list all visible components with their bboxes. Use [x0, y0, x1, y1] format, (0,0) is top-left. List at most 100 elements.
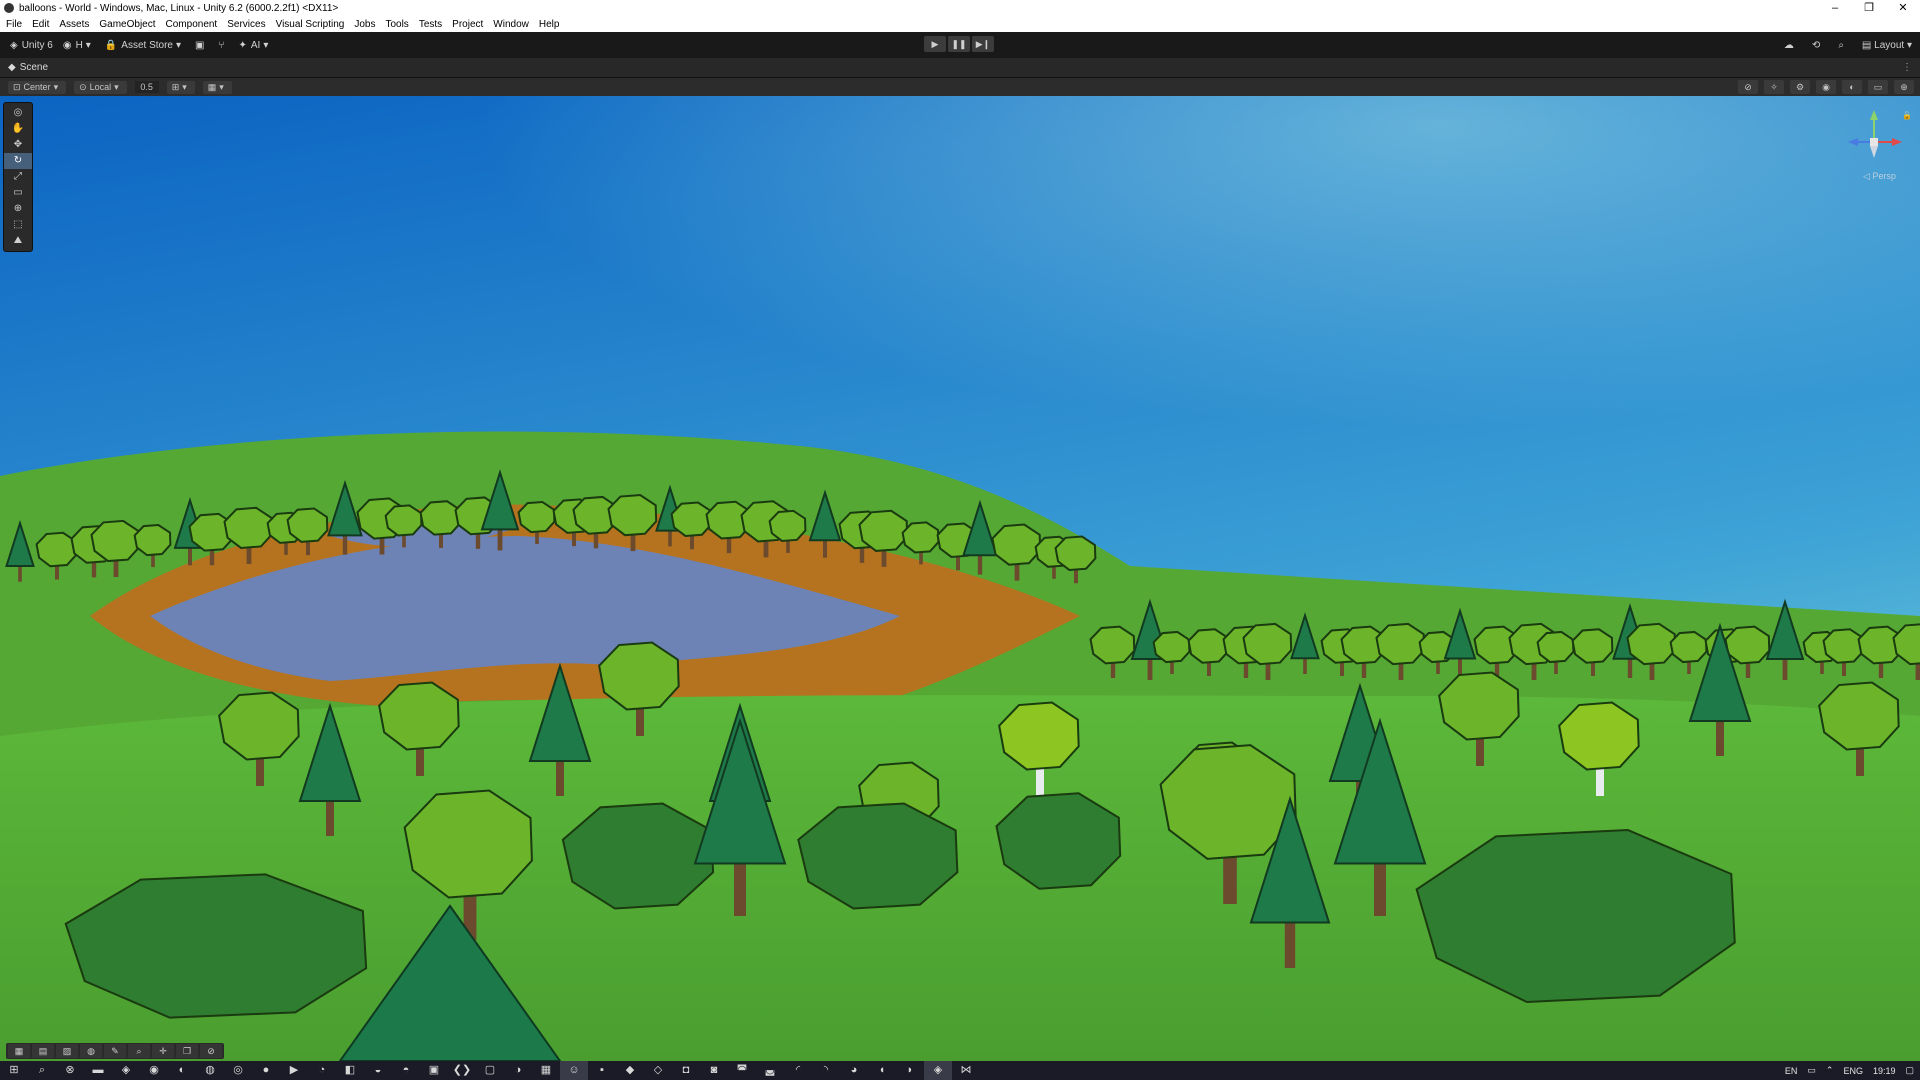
grid-visibility-dropdown[interactable]: ▦ ▾ [202, 80, 232, 94]
app-icon[interactable]: ◇ [644, 1061, 672, 1080]
menu-visual-scripting[interactable]: Visual Scripting [276, 19, 345, 30]
chrome-icon[interactable]: ◎ [224, 1061, 252, 1080]
layers-icon[interactable]: ▤ [32, 1044, 54, 1058]
scene-viewport[interactable] [0, 96, 1920, 1061]
image-icon[interactable]: ▨ [56, 1044, 78, 1058]
search-icon[interactable]: ⌕ [28, 1061, 56, 1080]
app-icon[interactable]: ◒ [364, 1061, 392, 1080]
app-icon[interactable]: ▦ [532, 1061, 560, 1080]
pivot-space-dropdown[interactable]: ⊙ Local ▾ [74, 80, 127, 94]
menu-jobs[interactable]: Jobs [354, 19, 375, 30]
unity-hub-icon[interactable]: ◈ [112, 1061, 140, 1080]
more-options-icon[interactable]: ⋮ [1902, 62, 1912, 73]
cloud-icon[interactable]: ☁ [1784, 40, 1794, 51]
input-language[interactable]: ENG [1843, 1066, 1863, 1076]
app-icon[interactable]: ◚ [728, 1061, 756, 1080]
menu-project[interactable]: Project [452, 19, 483, 30]
shading-mode-icon[interactable]: ◐ [1842, 80, 1862, 94]
app-icon[interactable]: ◙ [700, 1061, 728, 1080]
tab-scene[interactable]: ◆ Scene [8, 62, 48, 73]
menu-edit[interactable]: Edit [32, 19, 49, 30]
z-axis-cone[interactable] [1848, 138, 1858, 146]
eye-icon[interactable]: ◉ [1816, 80, 1836, 94]
asset-store-dropdown[interactable]: 🔒 Asset Store ▾ [105, 40, 185, 51]
app-icon[interactable]: ● [252, 1061, 280, 1080]
app-icon[interactable]: ◑ [504, 1061, 532, 1080]
gizmo-center-cube[interactable] [1870, 138, 1878, 146]
custom-tool-button[interactable]: ⬚ [4, 217, 32, 233]
unity-editor-icon[interactable]: ◈ [924, 1061, 952, 1080]
unity-menu-button[interactable]: ◈ Unity 6 [10, 40, 53, 51]
snap-increment-field[interactable]: 0.5 [134, 81, 159, 93]
rect-tool-button[interactable]: ▭ [4, 185, 32, 201]
steam-icon[interactable]: ◉ [140, 1061, 168, 1080]
discord-icon[interactable]: ☺ [560, 1061, 588, 1080]
tray-chevron-icon[interactable]: ⌃ [1826, 1065, 1834, 1076]
xbox-icon[interactable]: ⊗ [56, 1061, 84, 1080]
menu-help[interactable]: Help [539, 19, 560, 30]
neg-y-cone[interactable] [1870, 146, 1878, 158]
app-icon[interactable]: ◓ [392, 1061, 420, 1080]
package-button[interactable]: ▣ [195, 40, 208, 51]
close-button[interactable]: ✕ [1886, 0, 1920, 16]
crosshair-icon[interactable]: ✛ [152, 1044, 174, 1058]
ai-dropdown[interactable]: ✦ AI ▾ [238, 40, 272, 51]
menu-component[interactable]: Component [166, 19, 218, 30]
projection-label[interactable]: ◁ Persp [1863, 171, 1896, 182]
move-tool-button[interactable]: ✥ [4, 137, 32, 153]
scale-tool-button[interactable]: ⤢ [4, 169, 32, 185]
compass-icon[interactable]: ⊘ [200, 1044, 222, 1058]
grid-snapping-dropdown[interactable]: ⊞ ▾ [166, 80, 195, 94]
notification-icon[interactable]: ▢ [1905, 1065, 1914, 1076]
scene-camera-icon[interactable]: ⚙ [1790, 80, 1810, 94]
app-icon[interactable]: ◆ [616, 1061, 644, 1080]
app-icon[interactable]: ◍ [196, 1061, 224, 1080]
app-icon[interactable]: ▢ [476, 1061, 504, 1080]
menu-tests[interactable]: Tests [419, 19, 442, 30]
app-icon[interactable]: ◝ [812, 1061, 840, 1080]
pivot-mode-dropdown[interactable]: ⊡ Center ▾ [8, 80, 67, 94]
account-dropdown[interactable]: ◉ H ▾ [63, 40, 95, 51]
app-icon[interactable]: ▪ [588, 1061, 616, 1080]
app-icon[interactable]: ◜ [784, 1061, 812, 1080]
app-icon[interactable]: ◔ [308, 1061, 336, 1080]
grid-icon[interactable]: ▦ [8, 1044, 30, 1058]
navmesh-tool-button[interactable]: ⛰ [4, 233, 32, 249]
app-icon[interactable]: ◖ [868, 1061, 896, 1080]
hand-tool-button[interactable]: ✋ [4, 121, 32, 137]
2d-toggle-icon[interactable]: ▭ [1868, 80, 1888, 94]
menu-file[interactable]: File [6, 19, 22, 30]
firefox-icon[interactable]: ◕ [840, 1061, 868, 1080]
windows-start-icon[interactable]: ⊞ [0, 1061, 28, 1080]
explorer-icon[interactable]: ▬ [84, 1061, 112, 1080]
gizmos-icon[interactable]: ⊕ [1894, 80, 1914, 94]
visibility-toggle-icon[interactable]: ⊘ [1738, 80, 1758, 94]
menu-gameobject[interactable]: GameObject [99, 19, 155, 30]
menu-tools[interactable]: Tools [385, 19, 408, 30]
layout-dropdown[interactable]: ▤ Layout ▾ [1862, 40, 1912, 51]
menu-window[interactable]: Window [493, 19, 529, 30]
minimize-button[interactable]: – [1818, 0, 1852, 16]
stack-icon[interactable]: ❐ [176, 1044, 198, 1058]
y-axis-cone[interactable] [1870, 110, 1878, 120]
app-icon[interactable]: ◛ [756, 1061, 784, 1080]
play-button[interactable]: ▶ [924, 36, 946, 52]
app-icon[interactable]: ◘ [672, 1061, 700, 1080]
x-axis-cone[interactable] [1892, 138, 1902, 146]
pause-button[interactable]: ❚❚ [948, 36, 970, 52]
effects-icon[interactable]: ✧ [1764, 80, 1784, 94]
media-icon[interactable]: ▶ [280, 1061, 308, 1080]
visual-studio-icon[interactable]: ⋈ [952, 1061, 980, 1080]
brush-icon[interactable]: ✎ [104, 1044, 126, 1058]
menu-assets[interactable]: Assets [59, 19, 89, 30]
input-language-short[interactable]: EN [1785, 1066, 1798, 1076]
sphere-icon[interactable]: ◍ [80, 1044, 102, 1058]
vscode-icon[interactable]: ❮❯ [448, 1061, 476, 1080]
transform-tool-button[interactable]: ⊕ [4, 201, 32, 217]
app-icon[interactable]: ◧ [336, 1061, 364, 1080]
step-button[interactable]: ▶❙ [972, 36, 994, 52]
maximize-button[interactable]: ❐ [1852, 0, 1886, 16]
rotate-tool-button[interactable]: ↻ [4, 153, 32, 169]
clock[interactable]: 19:19 [1873, 1066, 1896, 1076]
view-tool-button[interactable]: ◎ [4, 105, 32, 121]
